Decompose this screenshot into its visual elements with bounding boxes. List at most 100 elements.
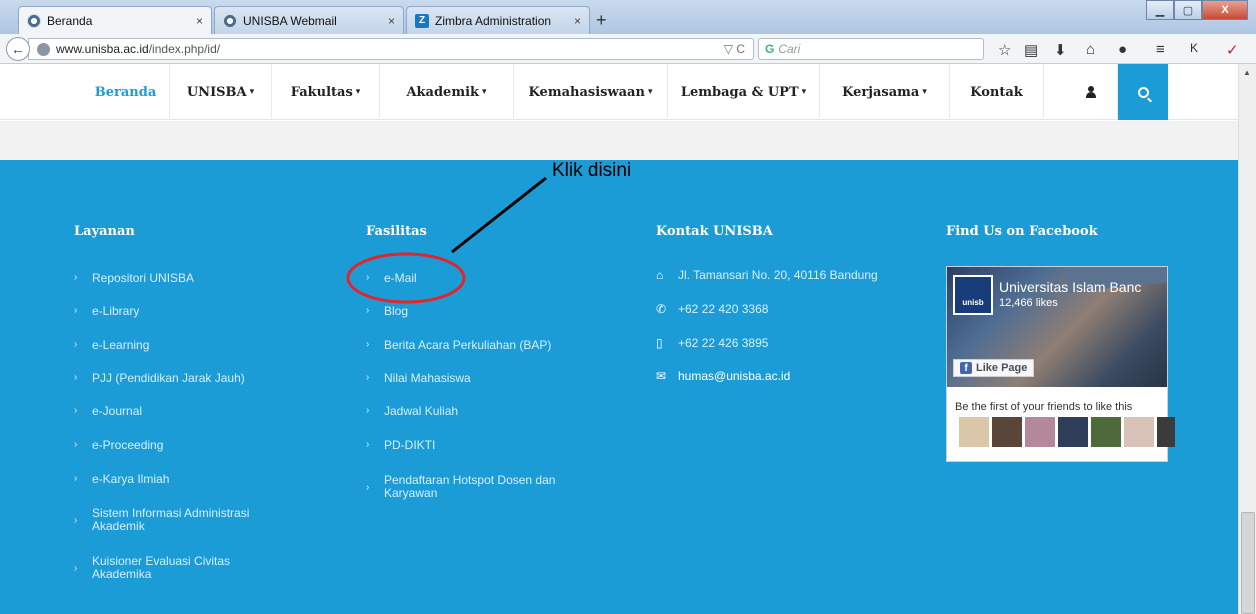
chevron-right-icon: › (74, 562, 78, 574)
layanan-link-ekarya[interactable]: › e-Karya Ilmiah (74, 473, 169, 486)
layanan-link-pjj[interactable]: › PJJ (Pendidikan Jarak Jauh) (74, 372, 245, 385)
home-icon: ⌂ (656, 268, 664, 282)
tab-close-icon[interactable]: × (196, 14, 203, 28)
chevron-right-icon: › (366, 405, 370, 416)
chevron-right-icon: › (366, 481, 370, 493)
facebook-page-name[interactable]: Universitas Islam Banc (999, 279, 1141, 295)
tab-zimbra-administration[interactable]: Z Zimbra Administration × (406, 6, 590, 34)
download-icon[interactable]: ⬇ (1054, 41, 1067, 59)
facebook-likes-count: 12,466 likes (999, 297, 1058, 309)
chevron-right-icon: › (74, 405, 78, 416)
content-gap (0, 121, 1238, 160)
fasilitas-link-hotspot[interactable]: › Pendaftaran Hotspot Dosen dan Karyawan (366, 474, 566, 500)
search-input[interactable]: G Cari (758, 38, 984, 60)
chevron-down-icon: ▾ (249, 87, 255, 97)
facebook-cover-image: unisb Universitas Islam Banc 12,466 like… (947, 267, 1167, 387)
scroll-up-icon[interactable]: ▲ (1243, 68, 1251, 77)
envelope-icon: ✉ (656, 369, 667, 383)
addon-icon[interactable]: K (1190, 41, 1198, 55)
friend-avatar[interactable] (1124, 417, 1154, 447)
layanan-link-repositori[interactable]: › Repositori UNISBA (74, 272, 194, 285)
layanan-title: Layanan (74, 224, 135, 239)
facebook-like-button[interactable]: f Like Page (953, 359, 1035, 377)
search-engine-icon: G (765, 42, 775, 56)
contact-email[interactable]: ✉ humas@unisba.ac.id (656, 369, 790, 383)
facebook-friends-text: Be the first of your friends to like thi… (955, 401, 1133, 413)
chevron-down-icon: ▾ (647, 87, 653, 97)
facebook-widget: unisb Universitas Islam Banc 12,466 like… (946, 266, 1175, 462)
menu-icon[interactable]: ≡ (1156, 41, 1165, 58)
antivirus-icon[interactable]: ✓ (1226, 41, 1239, 59)
fasilitas-title: Fasilitas (366, 224, 427, 239)
chevron-right-icon: › (366, 272, 370, 283)
nav-kerjasama[interactable]: Kerjasama ▾ (820, 64, 950, 120)
nav-lembaga-upt[interactable]: Lembaga & UPT ▾ (668, 64, 820, 120)
fasilitas-link-pddikti[interactable]: › PD-DIKTI (366, 439, 435, 452)
chevron-right-icon: › (366, 305, 370, 316)
contact-phone: ✆ +62 22 420 3368 (656, 302, 769, 316)
friend-avatar[interactable] (959, 417, 989, 447)
nav-label: Lembaga & UPT (680, 84, 799, 100)
fasilitas-link-email[interactable]: › e-Mail (366, 272, 417, 285)
nav-label: Kerjasama (842, 84, 920, 100)
close-window-button[interactable]: X (1202, 0, 1248, 20)
user-icon (1085, 86, 1096, 98)
nav-beranda[interactable]: Beranda (82, 64, 170, 120)
phone-icon: ✆ (656, 302, 667, 316)
layanan-link-elibrary[interactable]: › e-Library (74, 305, 139, 318)
page-scrollbar[interactable]: ▲ (1238, 64, 1256, 614)
maximize-button[interactable]: ▢ (1174, 0, 1202, 20)
chevron-down-icon: ▾ (922, 87, 927, 97)
fasilitas-link-nilai[interactable]: › Nilai Mahasiswa (366, 372, 471, 385)
tab-close-icon[interactable]: × (574, 14, 581, 28)
home-icon[interactable]: ⌂ (1086, 41, 1095, 58)
tab-close-icon[interactable]: × (388, 14, 395, 28)
tab-beranda[interactable]: Beranda × (18, 6, 212, 34)
reload-icon[interactable]: ▽ C (724, 42, 745, 56)
fasilitas-link-bap[interactable]: › Berita Acara Perkuliahan (BAP) (366, 339, 551, 352)
friend-avatar[interactable] (1091, 417, 1121, 447)
url-text: www.unisba.ac.id/index.php/id/ (56, 42, 221, 56)
chevron-right-icon: › (74, 272, 78, 283)
chevron-right-icon: › (74, 372, 78, 383)
friend-avatar[interactable] (1157, 417, 1175, 447)
site-search-button[interactable] (1118, 64, 1168, 120)
layanan-link-ejournal[interactable]: › e-Journal (74, 405, 142, 418)
friend-avatar[interactable] (1058, 417, 1088, 447)
chevron-right-icon: › (74, 305, 78, 316)
minimize-button[interactable]: ▁ (1146, 0, 1174, 20)
kontak-title: Kontak UNISBA (656, 224, 773, 239)
unisba-favicon-icon (223, 13, 237, 28)
unisba-logo[interactable]: unisb (953, 275, 993, 315)
chevron-down-icon: ▾ (355, 87, 361, 97)
scroll-thumb[interactable] (1241, 512, 1255, 614)
nav-akademik[interactable]: Akademik ▾ (380, 64, 514, 120)
browser-titlebar: Beranda × UNISBA Webmail × Z Zimbra Admi… (0, 0, 1256, 34)
bookmark-star-icon[interactable]: ☆ (998, 41, 1011, 59)
nav-kemahasiswaan[interactable]: Kemahasiswaan ▾ (514, 64, 668, 120)
nav-fakultas[interactable]: Fakultas ▾ (272, 64, 380, 120)
chevron-right-icon: › (74, 514, 78, 526)
search-icon (1137, 86, 1149, 98)
tab-unisba-webmail[interactable]: UNISBA Webmail × (214, 6, 404, 34)
fasilitas-link-blog[interactable]: › Blog (366, 305, 408, 318)
nav-unisba[interactable]: UNISBA ▾ (170, 64, 272, 120)
search-placeholder: Cari (778, 42, 801, 56)
layanan-link-eproceeding[interactable]: › e-Proceeding (74, 439, 163, 452)
back-button[interactable]: ← (6, 37, 30, 61)
friend-avatar[interactable] (1025, 417, 1055, 447)
tab-title: Beranda (47, 13, 93, 28)
layanan-link-elearning[interactable]: › e-Learning (74, 339, 149, 352)
url-bar[interactable]: www.unisba.ac.id/index.php/id/ ▽ C (28, 38, 754, 60)
fasilitas-link-jadwal[interactable]: › Jadwal Kuliah (366, 405, 458, 418)
layanan-link-kuisioner[interactable]: › Kuisioner Evaluasi Civitas Akademika (74, 555, 254, 581)
chat-icon[interactable]: ● (1118, 41, 1127, 58)
layanan-link-siakad[interactable]: › Sistem Informasi Administrasi Akademik (74, 507, 274, 533)
nav-kontak[interactable]: Kontak (950, 64, 1044, 120)
friend-avatar[interactable] (992, 417, 1022, 447)
annotation-arrow (451, 176, 547, 254)
user-login-button[interactable] (1064, 64, 1118, 120)
bookmarks-list-icon[interactable]: ▤ (1024, 41, 1038, 59)
new-tab-button[interactable]: + (596, 10, 607, 31)
nav-label: Akademik (406, 84, 480, 100)
